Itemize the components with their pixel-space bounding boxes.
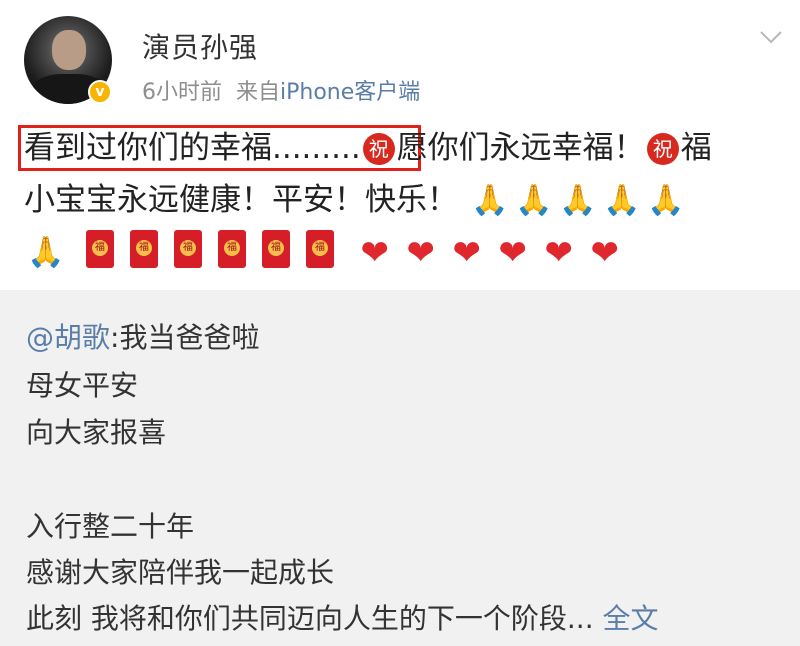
post-line-1: 看到过你们的幸福......... 祝愿你们永远幸福！祝福: [24, 122, 784, 174]
folded-hands-icon: 🙏: [603, 183, 641, 218]
heart-icon: ❤: [590, 233, 619, 273]
envelope-fu-char: 福: [91, 240, 108, 256]
post-source[interactable]: iPhone客户端: [280, 80, 420, 105]
repost-line-5: 感谢大家陪伴我一起成长: [26, 556, 335, 589]
envelope-fu-char: 福: [311, 240, 328, 256]
repost-line-4: 入行整二十年: [26, 510, 195, 543]
repost-line-3: 向大家报喜: [26, 416, 167, 449]
folded-hands-icon: 🙏: [515, 183, 553, 218]
post-text-highlighted: 看到过你们的幸福.........: [24, 130, 361, 166]
heart-icon: ❤: [406, 233, 435, 273]
envelope-fu-char: 福: [267, 240, 284, 256]
zhu-blessing-icon: 祝: [362, 133, 395, 165]
folded-hands-icon: 🙏: [471, 183, 509, 218]
post-body: 看到过你们的幸福......... 祝愿你们永远幸福！祝福 小宝宝永远健康！平安！…: [24, 122, 784, 278]
repost-line-2: 母女平安: [26, 369, 139, 402]
repost-text: :我当爸爸啦: [110, 321, 260, 354]
post-text-fu: 福: [680, 130, 712, 166]
heart-icon: ❤: [498, 233, 527, 273]
heart-icon: ❤: [360, 233, 389, 273]
folded-hands-icon: 🙏: [559, 183, 597, 218]
repost-text-last: 此刻 我将和你们共同迈向人生的下一个阶段...: [26, 602, 594, 635]
post-time: 6小时前: [142, 80, 222, 105]
read-full-link[interactable]: 全文: [603, 602, 659, 635]
repost-block[interactable]: @胡歌:我当爸爸啦 母女平安 向大家报喜 入行整二十年 感谢大家陪伴我一起成长 …: [0, 290, 800, 646]
author-name[interactable]: 演员孙强: [142, 26, 258, 66]
envelope-fu-char: 福: [135, 240, 152, 256]
red-envelope-icon: 福: [217, 230, 246, 268]
zhu-blessing-icon: 祝: [646, 133, 679, 165]
post-text-health: 小宝宝永远健康！平安！快乐！: [24, 182, 458, 218]
source-prefix: 来自: [236, 80, 281, 105]
mention-link[interactable]: @胡歌: [26, 321, 110, 354]
envelope-fu-char: 福: [179, 240, 196, 256]
red-envelope-icon: 福: [305, 230, 334, 268]
post-line-3: 🙏 福 福 福 福 福 福 ❤ ❤ ❤ ❤ ❤ ❤: [24, 226, 784, 278]
chevron-down-icon[interactable]: [758, 24, 784, 50]
post-text-wish: 愿你们永远幸福！: [396, 130, 645, 166]
post-line-2: 小宝宝永远健康！平安！快乐！ 🙏 🙏 🙏 🙏 🙏: [24, 174, 784, 226]
repost-line-1: @胡歌:我当爸爸啦: [26, 316, 259, 356]
heart-icon: ❤: [544, 233, 573, 273]
heart-icon: ❤: [452, 233, 481, 273]
red-envelope-icon: 福: [261, 230, 290, 268]
repost-line-6: 此刻 我将和你们共同迈向人生的下一个阶段... 全文: [26, 597, 659, 637]
post-header: v 演员孙强 6小时前 来自iPhone客户端: [0, 0, 800, 115]
folded-hands-icon: 🙏: [27, 235, 65, 270]
folded-hands-icon: 🙏: [647, 183, 685, 218]
verified-badge-icon: v: [88, 80, 112, 104]
red-envelope-icon: 福: [129, 230, 158, 268]
post-meta: 6小时前 来自iPhone客户端: [142, 74, 420, 106]
red-envelope-icon: 福: [173, 230, 202, 268]
envelope-fu-char: 福: [223, 240, 240, 256]
red-envelope-icon: 福: [85, 230, 114, 268]
